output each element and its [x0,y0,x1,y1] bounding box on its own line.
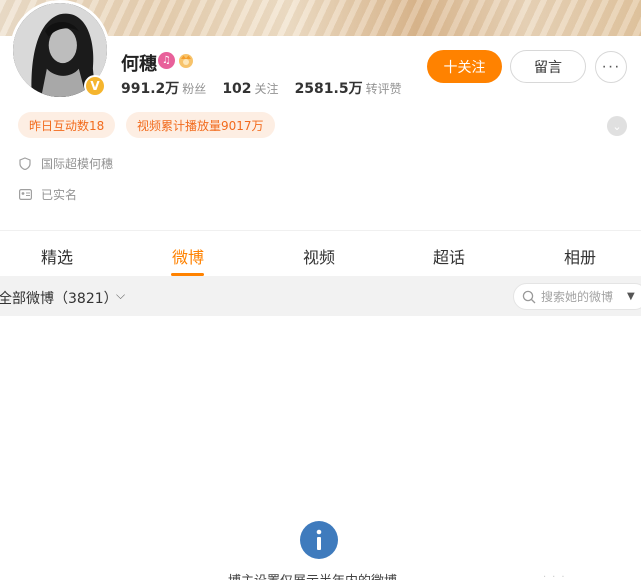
caret-down-icon[interactable]: ▼ [627,291,635,302]
id-card-icon [18,188,32,202]
reposts-label: 转评赞 [365,82,402,96]
verified-badge-icon: V [84,75,106,97]
crown-badge-icon[interactable] [177,51,195,69]
more-options-button[interactable]: ··· [595,51,627,83]
feed-filter-bar: 全部微博（3821） ⌵ 搜索她的微博 ▼ [0,276,641,316]
profile-name: 何穗 [121,54,157,75]
following-label: 关注 [254,82,279,96]
bio-row: 国际超模何穗 [18,155,113,172]
reposts-count: 2581.5万 [294,81,363,97]
real-name-row: 已实名 [18,186,77,203]
tab-featured[interactable]: 精选 [41,244,73,268]
tab-albums[interactable]: 相册 [564,244,596,268]
search-placeholder: 搜索她的微博 [541,290,614,304]
notice-text: 博主设置仅展示半年内的微博 [228,570,397,580]
profile-tabs: 精选 微博 视频 超话 相册 [0,230,641,276]
message-button[interactable]: 留言 [510,50,586,83]
member-badge-icon[interactable]: ♫ [158,52,175,69]
fans-label: 粉丝 [182,82,207,96]
chevron-down-icon[interactable]: ⌄ [607,116,627,136]
fans-count[interactable]: 991.2万 [121,78,179,98]
decorative-dots: ··· [543,572,571,580]
info-icon [300,521,338,559]
tab-super-topics[interactable]: 超话 [433,244,465,268]
chevron-down-icon[interactable]: ⌵ [116,288,125,303]
search-icon [522,290,536,303]
bio-text: 国际超模何穗 [41,157,114,171]
follow-button[interactable]: 十关注 [427,50,502,83]
real-name-text: 已实名 [41,188,78,202]
tab-videos[interactable]: 视频 [303,244,335,268]
profile-stats: 991.2万 粉丝 102 关注 2581.5万 转评赞 [121,78,418,98]
tab-weibo[interactable]: 微博 [172,244,204,268]
following-count[interactable]: 102 [222,81,251,97]
feed-filter-dropdown[interactable]: 全部微博（3821） [0,288,118,308]
interaction-tag[interactable]: 昨日互动数18 [18,112,116,138]
video-plays-tag[interactable]: 视频累计播放量9017万 [126,112,275,138]
shield-icon [18,157,32,171]
search-weibo-input[interactable]: 搜索她的微博 [513,283,641,310]
